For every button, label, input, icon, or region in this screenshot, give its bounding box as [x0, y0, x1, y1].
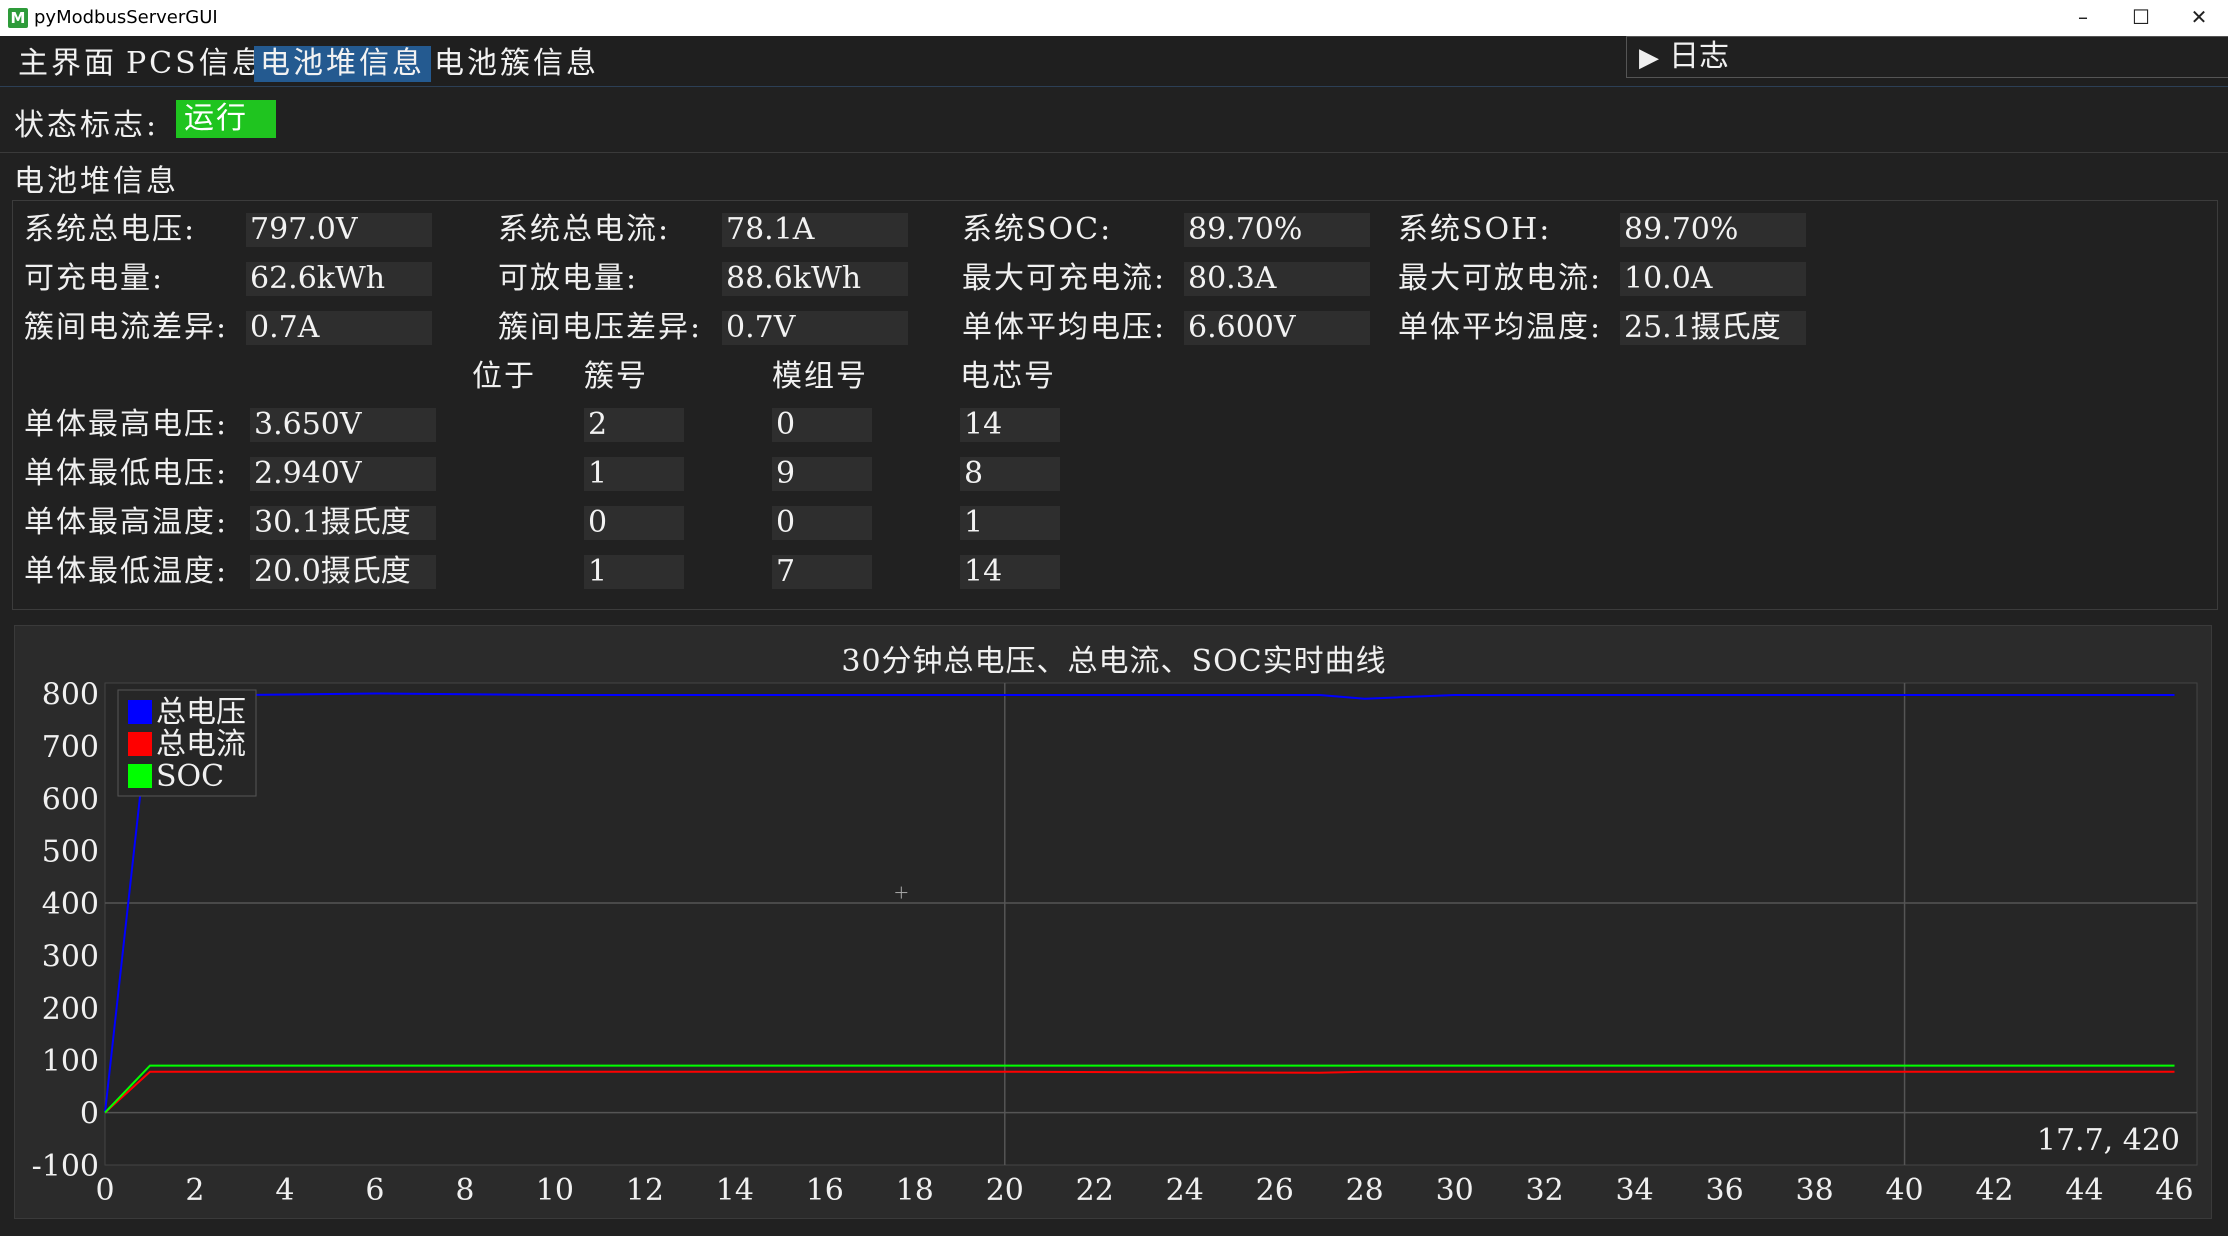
x-tick-label: 24: [1166, 1173, 1204, 1208]
x-tick-label: 38: [1795, 1173, 1833, 1208]
legend-swatch: [128, 764, 152, 788]
y-tick-label: 700: [42, 730, 99, 765]
x-tick-label: 6: [365, 1173, 384, 1208]
y-tick-label: 400: [42, 887, 99, 922]
x-tick-label: 10: [536, 1173, 574, 1208]
x-tick-label: 36: [1706, 1173, 1744, 1208]
x-tick-label: 34: [1616, 1173, 1654, 1208]
x-tick-label: 2: [185, 1173, 204, 1208]
realtime-chart[interactable]: -10001002003004005006007008000 2 4 6 8 10 12 14…: [0, 0, 2228, 1236]
y-tick-label: -100: [32, 1149, 99, 1184]
legend-label: 总电流: [156, 727, 246, 762]
x-tick-label: 8: [455, 1173, 474, 1208]
x-tick-label: 18: [896, 1173, 934, 1208]
y-tick-label: 500: [42, 835, 99, 870]
y-tick-label: 0: [80, 1097, 99, 1132]
x-tick-label: 0: [95, 1173, 114, 1208]
legend-label: SOC: [156, 759, 224, 794]
x-tick-label: 14: [716, 1173, 754, 1208]
y-tick-label: 800: [42, 677, 99, 712]
y-tick-label: 100: [42, 1044, 99, 1079]
x-tick-label: 28: [1346, 1173, 1384, 1208]
y-tick-label: 600: [42, 782, 99, 817]
x-tick-label: 30: [1436, 1173, 1474, 1208]
legend-swatch: [128, 732, 152, 756]
plot-area: [104, 682, 2198, 1166]
x-tick-label: 42: [1975, 1173, 2013, 1208]
y-tick-label: 200: [42, 992, 99, 1027]
legend-swatch: [128, 700, 152, 724]
x-tick-label: 20: [986, 1173, 1024, 1208]
x-tick-label: 4: [275, 1173, 294, 1208]
legend-label: 总电压: [156, 695, 246, 730]
x-tick-label: 32: [1526, 1173, 1564, 1208]
x-tick-label: 22: [1076, 1173, 1114, 1208]
x-tick-label: 40: [1885, 1173, 1923, 1208]
x-tick-label: 46: [2155, 1173, 2193, 1208]
x-tick-label: 16: [806, 1173, 844, 1208]
x-tick-label: 44: [2065, 1173, 2103, 1208]
x-tick-label: 12: [626, 1173, 664, 1208]
y-tick-label: 300: [42, 939, 99, 974]
cursor-readout: 17.7, 420: [2037, 1123, 2180, 1158]
x-tick-label: 26: [1256, 1173, 1294, 1208]
